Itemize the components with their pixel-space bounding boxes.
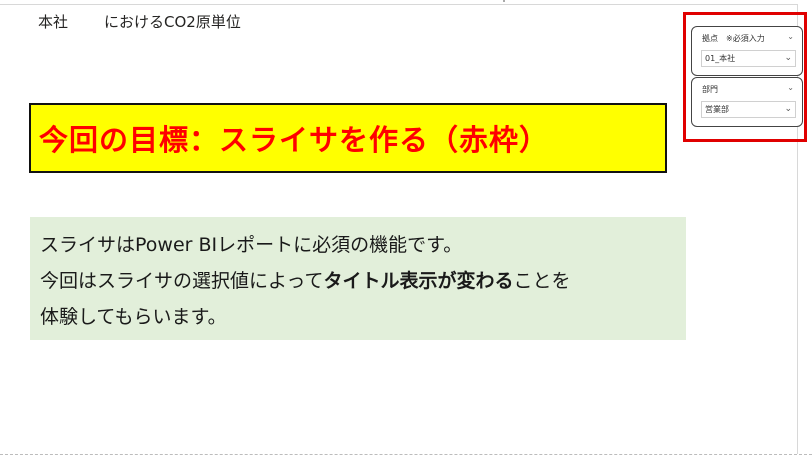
description-line-1-text: スライサはPower BIレポートに必須の機能です。	[40, 234, 463, 256]
description-line-2-emphasis: タイトル表示が変わる	[323, 270, 514, 292]
description-line-2-prefix: 今回はスライサの選択値によって	[40, 270, 324, 292]
slicer-department-dropdown[interactable]: 営業部 ⌄	[701, 101, 796, 118]
description-line-2-suffix: ことを	[513, 270, 571, 292]
chevron-down-icon[interactable]: ⌄	[784, 51, 792, 66]
page-title: 本社 におけるCO2原単位	[38, 11, 241, 32]
canvas-marker	[503, 0, 505, 2]
chevron-down-icon[interactable]: ⌄	[787, 83, 794, 92]
description-line-3-text: 体験してもらいます。	[40, 306, 227, 328]
canvas-bottom-border	[0, 454, 812, 455]
slicer-location-selected: 01_本社	[705, 54, 736, 63]
page-title-metric: におけるCO2原単位	[104, 13, 241, 31]
canvas-top-border	[0, 4, 798, 5]
slicer-location-dropdown[interactable]: 01_本社 ⌄	[701, 50, 796, 67]
slicer-location-label: 拠点 ※必須入力	[702, 34, 765, 43]
slicer-department-label: 部門	[702, 85, 718, 94]
description-line-1: スライサはPower BIレポートに必須の機能です。	[40, 227, 686, 263]
description-box: スライサはPower BIレポートに必須の機能です。 今回はスライサの選択値によ…	[30, 217, 686, 340]
slicer-department-header[interactable]: 部門 ⌄	[702, 83, 796, 95]
goal-banner-text: 今回の目標：スライサを作る（赤枠）	[39, 123, 550, 157]
page-title-location: 本社	[38, 13, 69, 31]
slicer-department[interactable]: 部門 ⌄ 営業部 ⌄	[691, 77, 803, 127]
slicer-location[interactable]: 拠点 ※必須入力 ⌄ 01_本社 ⌄	[691, 26, 803, 76]
description-line-2: 今回はスライサの選択値によってタイトル表示が変わることを	[40, 263, 686, 299]
slicer-department-selected: 営業部	[705, 105, 729, 114]
chevron-down-icon[interactable]: ⌄	[787, 32, 794, 41]
chevron-down-icon[interactable]: ⌄	[784, 102, 792, 117]
description-line-3: 体験してもらいます。	[40, 299, 686, 335]
goal-banner: 今回の目標：スライサを作る（赤枠）	[29, 103, 667, 173]
slicer-location-header[interactable]: 拠点 ※必須入力 ⌄	[702, 32, 796, 44]
